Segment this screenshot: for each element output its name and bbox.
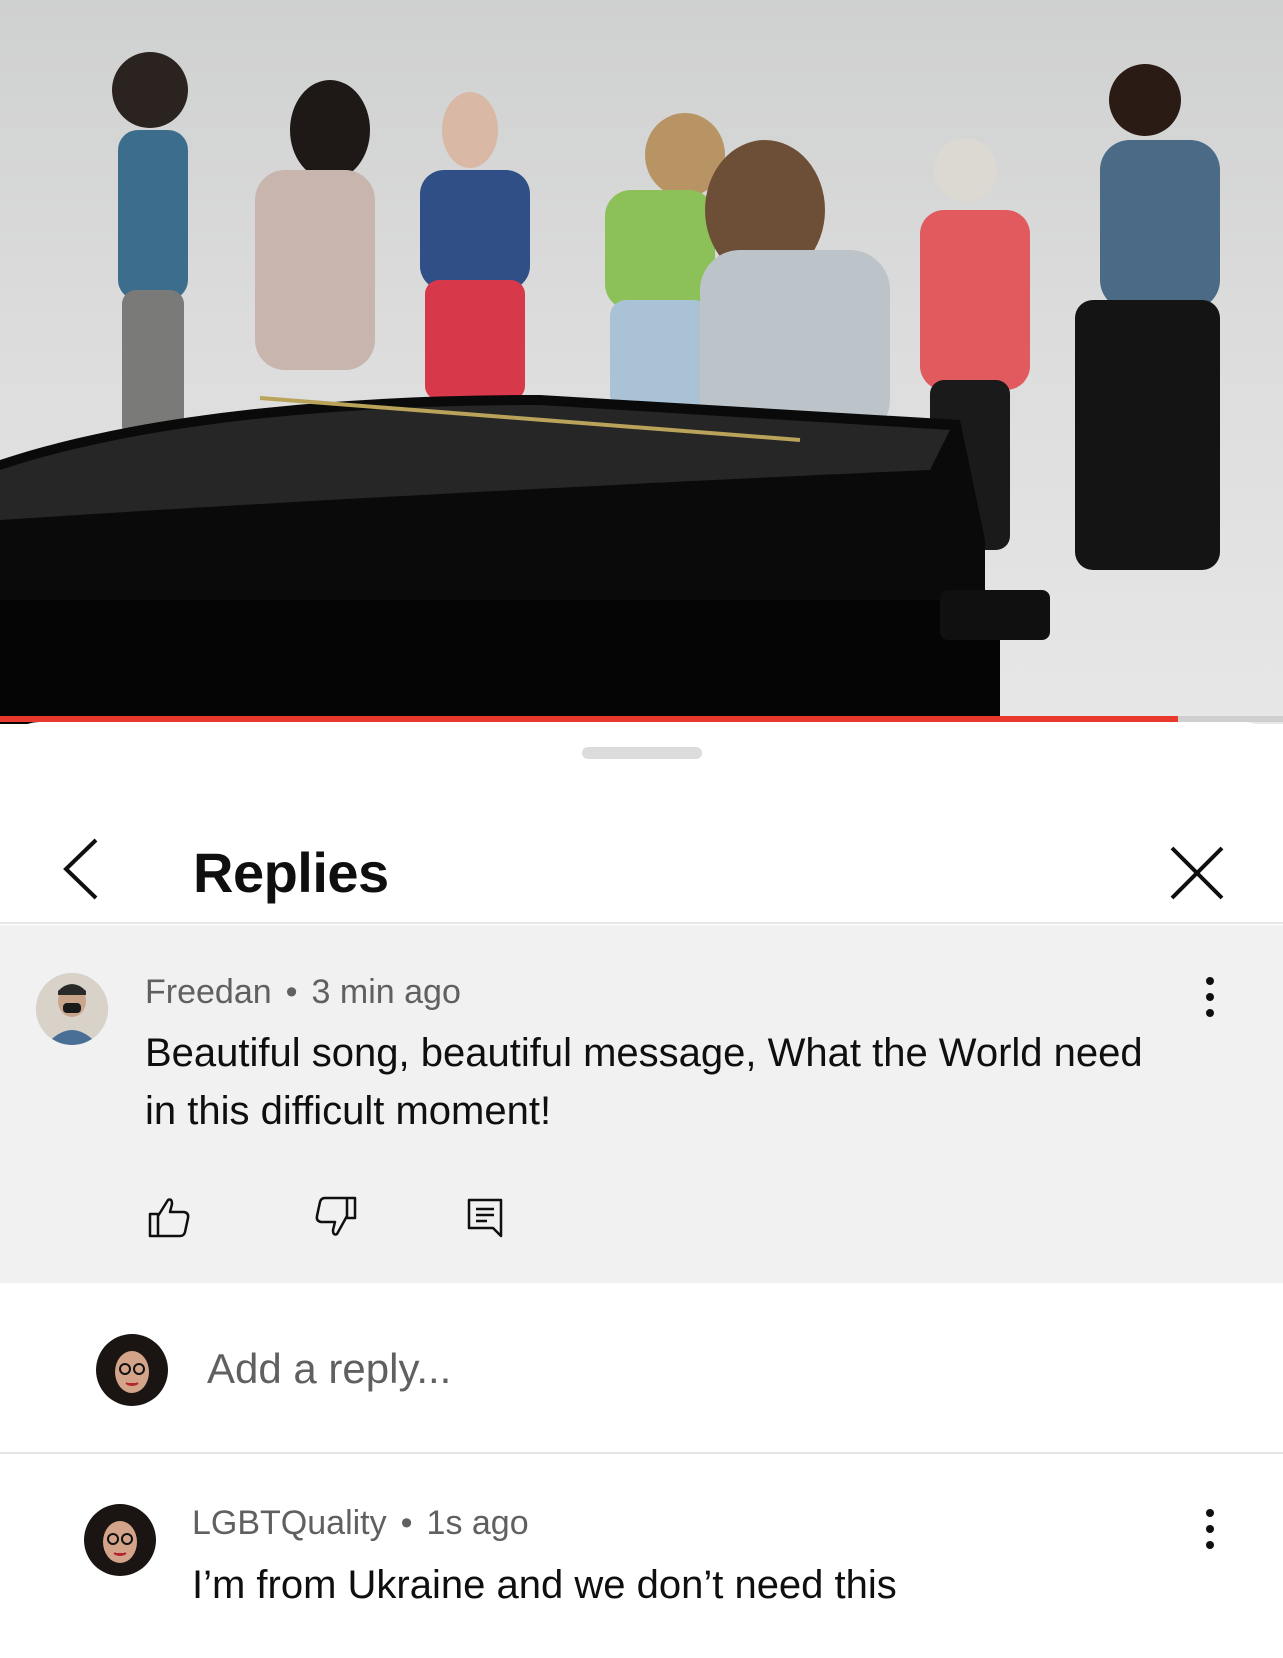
like-button[interactable] (146, 1194, 192, 1240)
replies-sheet: Replies Freedan • 3 min ago Beautiful so… (0, 722, 1283, 1658)
reply-comment: LGBTQuality • 1s ago I’m from Ukraine and … (0, 1455, 1283, 1658)
user-avatar-image (36, 973, 108, 1045)
person-7 (1075, 64, 1220, 570)
dislike-button[interactable] (313, 1194, 359, 1240)
grand-piano (0, 395, 1050, 724)
comment-author[interactable]: Freedan (145, 973, 272, 1011)
current-user-avatar (96, 1334, 168, 1406)
comment-text-line: Beautiful song, beautiful message, What … (145, 1031, 1143, 1075)
close-button[interactable] (1166, 842, 1228, 904)
reply-input-row (0, 1284, 1283, 1454)
comment-meta: LGBTQuality • 1s ago (192, 1504, 529, 1543)
video-frame (0, 52, 1220, 724)
avatar[interactable] (84, 1504, 156, 1576)
thumbs-down-icon (315, 1196, 357, 1236)
meta-separator: • (400, 1504, 413, 1542)
comment-menu-button[interactable] (1195, 1507, 1225, 1551)
comment-author[interactable]: LGBTQuality (192, 1504, 387, 1542)
meta-separator: • (285, 973, 298, 1011)
person-2 (255, 80, 375, 370)
avatar[interactable] (36, 973, 108, 1045)
person-3 (420, 92, 530, 400)
person-1 (112, 52, 188, 440)
comment-text: I’m from Ukraine and we don’t need this (192, 1563, 897, 1607)
reply-comment-icon (467, 1198, 503, 1238)
drag-handle[interactable] (582, 747, 702, 759)
comment-text: Beautiful song, beautiful message, What … (145, 1024, 1245, 1140)
video-player[interactable] (0, 0, 1283, 724)
more-vertical-icon (1206, 977, 1214, 1017)
close-icon (1170, 846, 1224, 900)
comment-meta: Freedan • 3 min ago (145, 973, 461, 1012)
reply-button[interactable] (463, 1194, 509, 1240)
current-user-avatar-image (96, 1334, 168, 1406)
thumbs-up-icon (148, 1198, 190, 1238)
parent-comment: Freedan • 3 min ago Beautiful song, beauti… (0, 925, 1283, 1283)
comment-time: 3 min ago (311, 973, 461, 1011)
more-vertical-icon (1206, 1509, 1214, 1549)
comment-text-line: in this difficult moment! (145, 1089, 552, 1133)
user-avatar-image (84, 1504, 156, 1576)
sheet-header: Replies (0, 782, 1283, 924)
chevron-left-icon (63, 838, 98, 900)
reply-input[interactable] (205, 1334, 1205, 1404)
sheet-title: Replies (193, 841, 389, 904)
comment-menu-button[interactable] (1195, 975, 1225, 1019)
person-5-singer (700, 140, 890, 440)
comment-time: 1s ago (426, 1504, 529, 1542)
back-button[interactable] (56, 834, 106, 904)
